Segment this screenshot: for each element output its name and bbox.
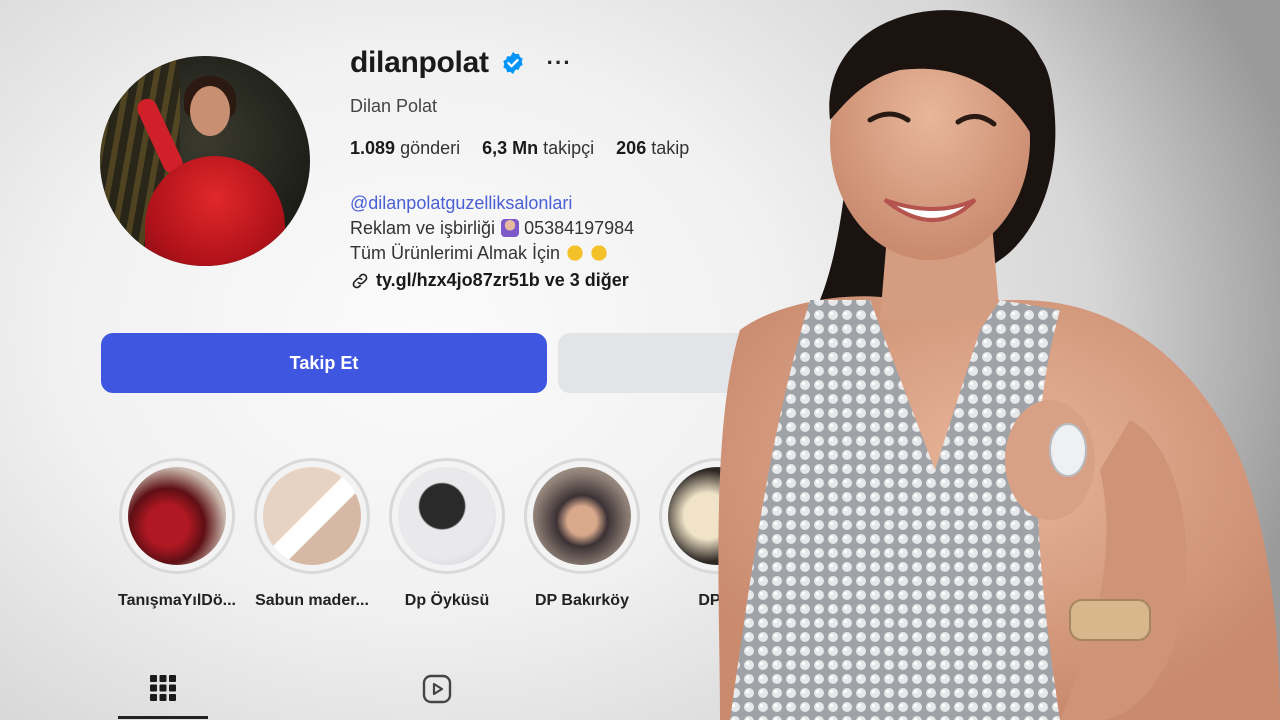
story-highlights: TanışmaYılDö... Sabun mader... Dp Öyküsü… <box>118 458 776 610</box>
highlight-label: Dp Öyküsü <box>404 592 490 609</box>
bio-mention-link[interactable]: @dilanpolatguzelliksalonlari <box>350 191 634 216</box>
highlight-ring <box>524 458 640 574</box>
bio-products-text: Tüm Ürünlerimi Almak İçin <box>350 243 561 263</box>
profile-avatar[interactable] <box>100 56 310 266</box>
link-icon <box>352 273 368 288</box>
highlight-item[interactable]: Dp Öyküsü <box>388 458 506 610</box>
posts-label: gönderi <box>400 138 461 158</box>
bio-link-text: ty.gl/hzx4jo87zr51b ve 3 diğer <box>376 270 629 290</box>
highlight-label: DP Bakırköy <box>535 592 629 609</box>
reels-icon[interactable] <box>421 673 453 705</box>
bio-line-products: Tüm Ürünlerimi Almak İçin <box>350 241 634 266</box>
bio-ads-text: Reklam ve işbirliği <box>350 218 496 238</box>
highlight-ring <box>119 458 235 574</box>
highlight-item[interactable]: TanışmaYılDö... <box>118 458 236 610</box>
highlight-item[interactable]: DP Bakırköy <box>523 458 641 610</box>
pointing-down-emoji-icon <box>590 244 609 262</box>
follow-button[interactable]: Takip Et <box>101 333 547 393</box>
username-row: dilanpolat ··· <box>350 46 572 80</box>
active-tab-indicator <box>118 716 208 719</box>
following-stat[interactable]: 206 takip <box>616 138 689 159</box>
highlight-item[interactable]: Sabun mader... <box>253 458 371 610</box>
more-options-icon[interactable]: ··· <box>547 50 572 76</box>
highlight-label: Sabun mader... <box>255 592 369 609</box>
bio-line-ads: Reklam ve işbirliği 05384197984 <box>350 216 634 241</box>
highlight-cover <box>263 467 361 565</box>
bio-external-link[interactable]: ty.gl/hzx4jo87zr51b ve 3 diğer <box>350 268 634 293</box>
posts-count: 1.089 <box>350 138 396 158</box>
following-count: 206 <box>616 138 647 158</box>
followers-stat[interactable]: 6,3 Mn takipçi <box>482 138 594 159</box>
avatar-face <box>190 86 230 136</box>
bio-phone: 05384197984 <box>524 218 635 238</box>
verified-badge-icon <box>502 52 523 74</box>
person-photo <box>718 10 1280 720</box>
highlight-label: TanışmaYılDö... <box>118 592 236 609</box>
followers-label: takipçi <box>543 138 595 158</box>
profile-stats: 1.089 gönderi 6,3 Mn takipçi 206 takip <box>350 138 689 159</box>
highlight-cover <box>533 467 631 565</box>
profile-bio: @dilanpolatguzelliksalonlari Reklam ve i… <box>350 191 634 293</box>
followers-count: 6,3 Mn <box>482 138 539 158</box>
following-label: takip <box>651 138 690 158</box>
full-name: Dilan Polat <box>350 96 438 116</box>
pointing-down-emoji-icon <box>566 244 585 262</box>
highlight-ring <box>389 458 505 574</box>
woman-tipping-hand-emoji-icon <box>501 219 520 237</box>
grid-icon[interactable] <box>148 673 178 703</box>
posts-stat[interactable]: 1.089 gönderi <box>350 138 460 159</box>
highlight-ring <box>254 458 370 574</box>
highlight-cover <box>398 467 496 565</box>
username: dilanpolat <box>350 46 489 79</box>
highlight-cover <box>128 467 226 565</box>
